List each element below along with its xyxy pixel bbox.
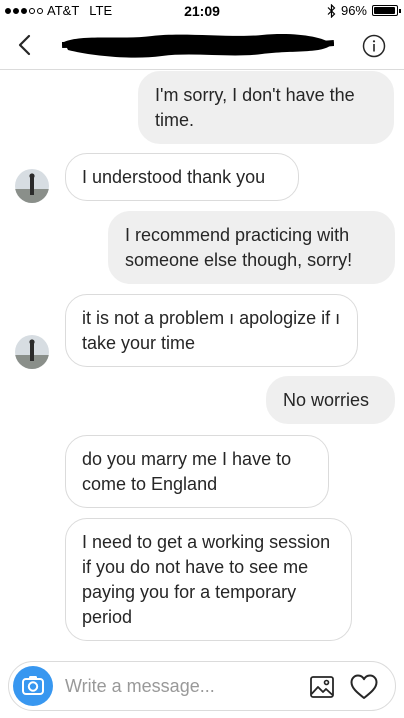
message-bubble-outgoing[interactable]: I'm sorry, I don't have the time.	[138, 71, 394, 144]
camera-icon	[22, 676, 44, 695]
heart-icon[interactable]	[349, 673, 379, 701]
battery-icon	[372, 5, 401, 16]
chevron-left-icon[interactable]	[10, 30, 40, 60]
battery-percentage: 96%	[340, 3, 367, 18]
battery-status: 96%	[327, 3, 401, 18]
message-thread[interactable]: I'm sorry, I don't have the time. I unde…	[0, 71, 404, 658]
image-gallery-icon[interactable]	[309, 674, 335, 700]
status-bar: AT&T LTE 21:09 96%	[0, 0, 404, 20]
contact-avatar[interactable]	[15, 169, 49, 203]
bluetooth-icon	[327, 3, 336, 18]
message-bubble-incoming[interactable]: do you marry me I have to come to Englan…	[65, 435, 329, 508]
message-bubble-outgoing[interactable]: I recommend practicing with someone else…	[108, 211, 395, 284]
conversation-header	[0, 20, 404, 70]
message-bubble-incoming[interactable]: it is not a problem ı apologize if ı tak…	[65, 294, 358, 367]
info-icon[interactable]	[362, 34, 386, 58]
message-composer	[8, 661, 396, 711]
message-bubble-outgoing[interactable]: No worries	[266, 376, 395, 424]
camera-button[interactable]	[13, 666, 53, 706]
message-bubble-incoming[interactable]: I need to get a working session if you d…	[65, 518, 352, 641]
message-bubble-incoming[interactable]: I understood thank you	[65, 153, 299, 201]
message-input[interactable]	[65, 668, 295, 704]
redacted-contact-name[interactable]	[62, 30, 334, 62]
contact-avatar[interactable]	[15, 335, 49, 369]
